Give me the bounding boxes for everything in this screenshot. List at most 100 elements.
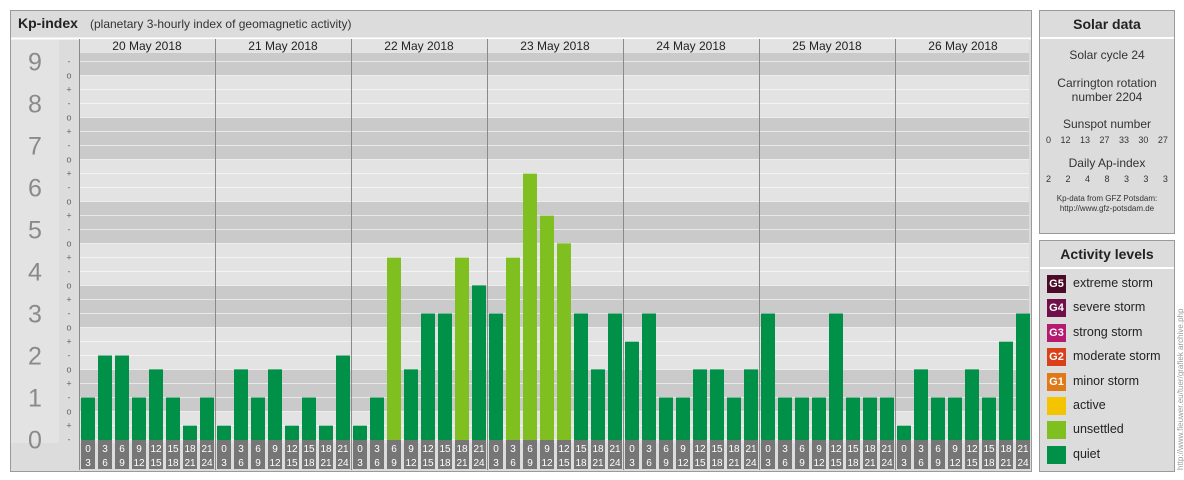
kp-band-6 [11,159,1029,202]
kp-bar [625,341,639,443]
day-label: 25 May 2018 [792,39,862,53]
interval-start-label: 6 [663,444,669,455]
interval-end-label: 21 [592,458,604,469]
interval-start-label: 6 [527,444,533,455]
interval-end-label: 24 [745,458,757,469]
kp-bar [200,397,214,443]
interval-start-label: 15 [847,444,859,455]
interval-end-label: 12 [541,458,553,469]
sunspot-value: 30 [1138,135,1149,145]
interval-start-label: 9 [136,444,142,455]
kp-bar [523,173,537,443]
minor-tick-label: + [66,169,71,179]
kp-bar [489,313,503,443]
y-tick-label: 0 [28,427,42,455]
interval-end-label: 6 [238,458,244,469]
kp-bar [421,313,435,443]
kp-bar [642,313,656,443]
minor-tick-label: + [66,253,71,263]
activity-level-label: active [1073,397,1106,412]
activity-level-item: G4 severe storm [1040,296,1174,320]
interval-end-label: 6 [782,458,788,469]
activity-level-swatch [1047,421,1066,440]
kp-bar [591,369,605,443]
kp-bar [982,397,996,443]
kp-bar [370,397,384,443]
day-label: 21 May 2018 [248,39,318,53]
y-tick-label: 8 [28,91,42,119]
kp-bar [132,397,146,443]
interval-end-label: 15 [966,458,978,469]
kp-bar [744,369,758,443]
data-credit-line-1: Kp-data from GFZ Potsdam: [1056,194,1158,203]
interval-start-label: 6 [391,444,397,455]
interval-end-label: 3 [629,458,635,469]
minor-tick-label: + [66,85,71,95]
interval-start-label: 9 [816,444,822,455]
kp-bar [948,397,962,443]
activity-level-item: unsettled [1040,418,1174,442]
minor-tick-label: - [68,435,71,445]
activity-level-swatch: G2 [1047,348,1066,367]
activity-level-swatch: G1 [1047,372,1066,391]
ap-value: 2 [1046,174,1052,184]
interval-end-label: 15 [422,458,434,469]
kp-bar [727,397,741,443]
interval-end-label: 18 [847,458,859,469]
interval-end-label: 9 [119,458,125,469]
minor-tick-label: o [66,155,71,165]
interval-end-label: 3 [765,458,771,469]
minor-tick-label: o [66,323,71,333]
ap-value: 3 [1162,174,1168,184]
y-tick-label: 2 [28,343,42,371]
kp-bar [115,355,129,443]
y-tick-label: 6 [28,175,42,203]
activity-level-label: minor storm [1073,373,1139,388]
activity-level-swatch [1047,396,1066,415]
source-credit-vertical: http://www.fieuwer.eu/tuer/grafiek archi… [1176,308,1184,470]
interval-end-label: 18 [983,458,995,469]
kp-bar [999,341,1013,443]
minor-tick-label: + [66,337,71,347]
interval-end-label: 12 [133,458,145,469]
kp-bar [574,313,588,443]
kp-bar [336,355,350,443]
kp-bar [472,285,486,443]
activity-levels-panel: Activity levels G5 extreme storm G4 severe … [1039,240,1175,472]
ap-value: 3 [1143,174,1149,184]
kp-bar [676,397,690,443]
minor-tick-label: o [66,365,71,375]
kp-bar [387,257,401,443]
interval-end-label: 15 [830,458,842,469]
interval-start-label: 21 [337,444,349,455]
interval-end-label: 6 [918,458,924,469]
activity-level-item: active [1040,394,1174,418]
interval-start-label: 9 [680,444,686,455]
kp-bar [149,369,163,443]
kp-bar [965,369,979,443]
interval-start-label: 18 [1000,444,1012,455]
interval-start-label: 9 [952,444,958,455]
kp-band-5 [11,201,1029,244]
activity-level-item: G1 minor storm [1040,370,1174,394]
activity-levels-list: G5 extreme storm G4 severe storm G3 strong st… [1040,269,1174,467]
interval-start-label: 0 [85,444,91,455]
interval-start-label: 15 [575,444,587,455]
solar-data-panel: Solar data Solar cycle 24 Carrington rot… [1039,10,1175,234]
interval-end-label: 3 [221,458,227,469]
kp-chart-panel: - + o - + o - + o - + o - + o - + o - + o - + o - + o - 0123456789 … [10,10,1032,472]
ap-value: 4 [1084,174,1090,184]
y-tick-label: 5 [28,217,42,245]
interval-start-label: 6 [935,444,941,455]
interval-start-label: 3 [510,444,516,455]
sunspot-values: 0 12 13 27 33 30 27 [1040,135,1174,145]
minor-tick-label: + [66,421,71,431]
day-label: 20 May 2018 [112,39,182,53]
interval-end-label: 12 [405,458,417,469]
kp-bar [1016,313,1030,443]
kp-bar [540,215,554,443]
interval-start-label: 21 [473,444,485,455]
interval-end-label: 21 [1000,458,1012,469]
interval-start-label: 9 [272,444,278,455]
data-credit-link[interactable]: http://www.gfz-potsdam.de [1040,204,1174,214]
